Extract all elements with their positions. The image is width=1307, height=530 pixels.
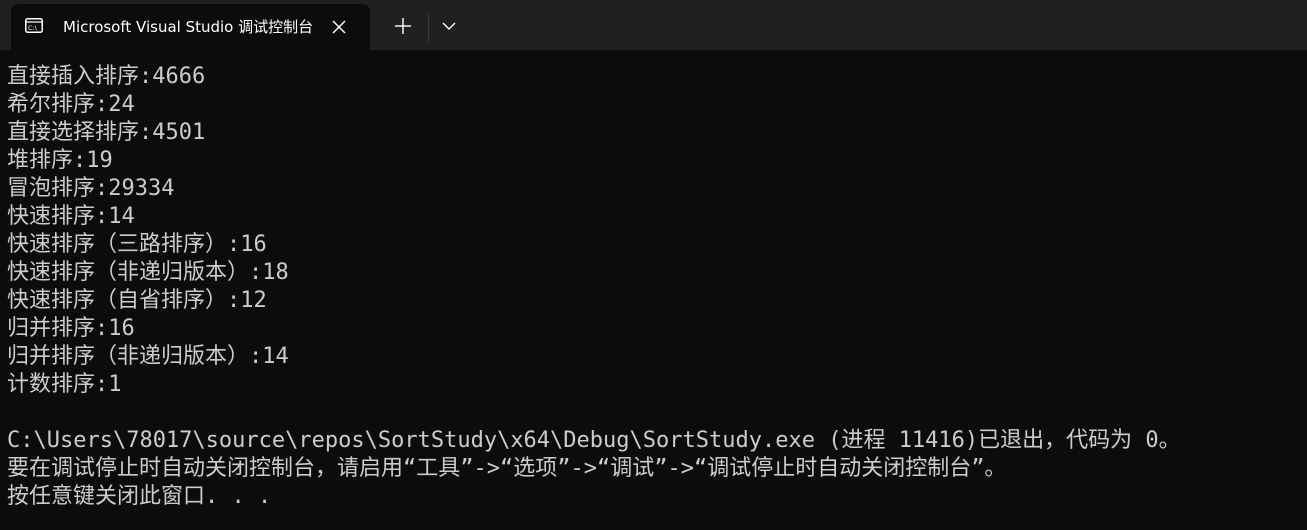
new-tab-button[interactable] [384, 10, 422, 42]
tab-vs-debug-console[interactable]: C:\ Microsoft Visual Studio 调试控制台 [11, 4, 370, 50]
tab-strip: C:\ Microsoft Visual Studio 调试控制台 [0, 0, 1307, 50]
close-icon[interactable] [329, 17, 349, 37]
tab-divider [428, 13, 429, 43]
result-line: 直接插入排序:4666 [7, 64, 206, 89]
result-line: 快速排序:14 [7, 204, 135, 229]
exit-message: C:\Users\78017\source\repos\SortStudy\x6… [7, 428, 1181, 453]
result-line: 希尔排序:24 [7, 92, 135, 117]
result-line: 归并排序:16 [7, 316, 135, 341]
svg-text:C:\: C:\ [28, 24, 38, 32]
result-line: 归并排序（非递归版本）:14 [7, 344, 289, 369]
tab-title: Microsoft Visual Studio 调试控制台 [63, 18, 314, 36]
hint-message: 要在调试停止时自动关闭控制台，请启用“工具”->“选项”->“调试”->“调试停… [7, 456, 1007, 481]
result-line: 直接选择排序:4501 [7, 120, 206, 145]
console-app-icon: C:\ [25, 18, 43, 33]
tab-dropdown-button[interactable] [434, 10, 464, 42]
result-line: 冒泡排序:29334 [7, 176, 175, 201]
press-key-message: 按任意键关闭此窗口. . . [7, 484, 272, 509]
console-output[interactable]: 直接插入排序:4666 希尔排序:24 直接选择排序:4501 堆排序:19 冒… [0, 50, 1307, 530]
chevron-down-icon [442, 22, 456, 30]
result-line: 计数排序:1 [7, 372, 122, 397]
result-line: 堆排序:19 [7, 148, 113, 173]
terminal-window: C:\ Microsoft Visual Studio 调试控制台 直接插入排序… [0, 0, 1307, 530]
plus-icon [395, 18, 411, 34]
result-line: 快速排序（自省排序）:12 [7, 288, 267, 313]
result-line: 快速排序（三路排序）:16 [7, 232, 267, 257]
result-line: 快速排序（非递归版本）:18 [7, 260, 289, 285]
